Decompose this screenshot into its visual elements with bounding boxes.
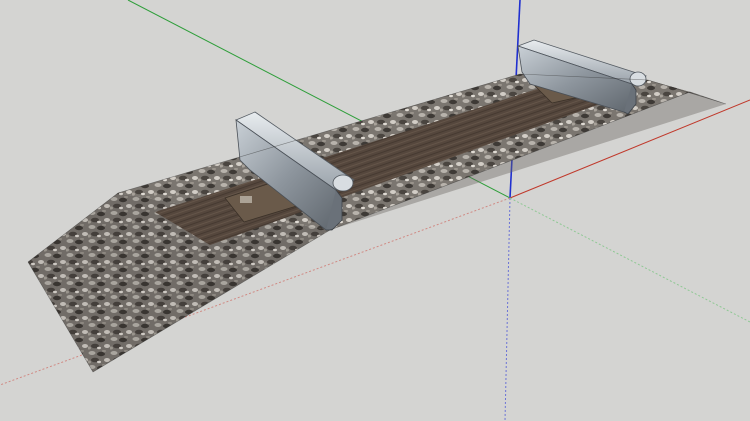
blue-axis-dashed — [504, 197, 511, 421]
viewport-canvas[interactable] — [0, 0, 750, 421]
green-axis-dashed — [509, 197, 750, 323]
modeling-viewport[interactable] — [0, 0, 750, 421]
railway-track-model[interactable] — [27, 39, 727, 373]
